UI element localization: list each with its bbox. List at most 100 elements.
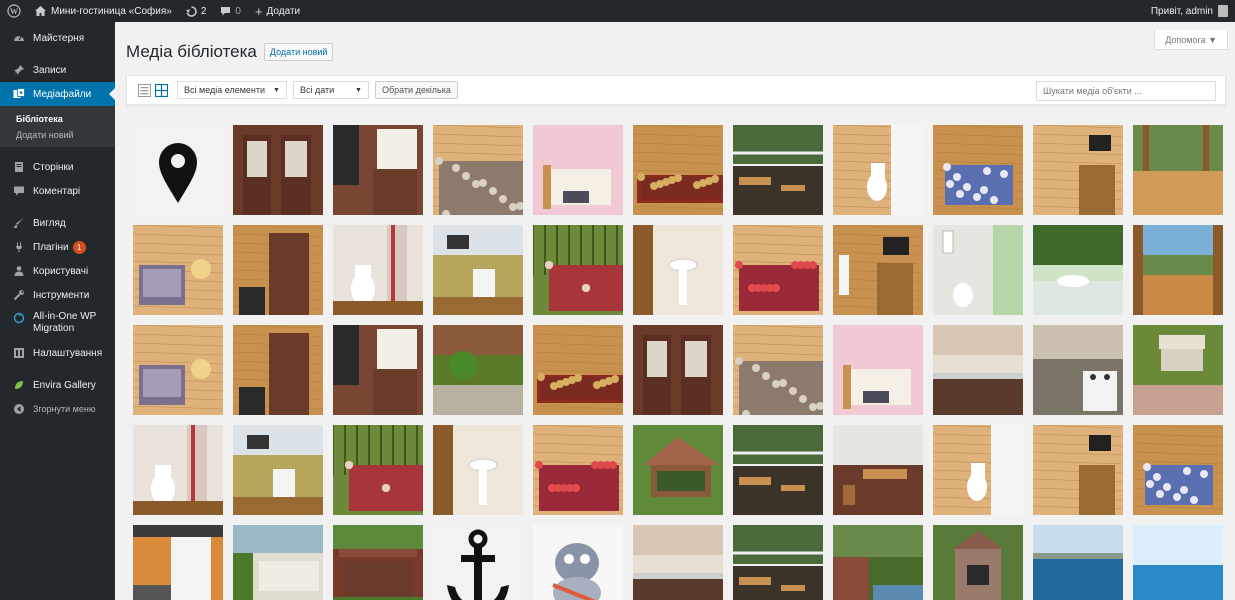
media-thumbnail[interactable] (333, 325, 423, 415)
media-thumbnail[interactable] (733, 125, 823, 215)
media-thumbnail[interactable] (233, 225, 323, 315)
comments-link[interactable]: 0 (213, 0, 248, 22)
media-type-filter[interactable]: Всі медіа елементи ▼ (177, 81, 287, 99)
menu-item-plugins[interactable]: Плагіни 1 (0, 235, 115, 259)
media-thumbnail[interactable] (133, 525, 223, 600)
media-thumbnail[interactable] (433, 425, 523, 515)
media-thumbnail[interactable] (733, 425, 823, 515)
media-thumbnail[interactable] (833, 325, 923, 415)
submenu-library[interactable]: Бібліотека (0, 111, 115, 127)
media-thumbnail[interactable] (933, 125, 1023, 215)
menu-item-tools[interactable]: Інструменти (0, 283, 115, 307)
armchair-photo (133, 325, 223, 415)
media-search-input[interactable] (1036, 81, 1216, 101)
media-thumbnail[interactable] (833, 225, 923, 315)
updates-link[interactable]: 2 (179, 0, 214, 22)
site-name-link[interactable]: Мини-гостиница «София» (28, 0, 179, 22)
menu-item-envira-gallery[interactable]: Envira Gallery (0, 373, 115, 397)
media-thumbnail[interactable] (433, 225, 523, 315)
media-thumbnail[interactable] (333, 125, 423, 215)
garden-swing-photo (1133, 325, 1223, 415)
veranda-table-photo (733, 125, 823, 215)
media-thumbnail[interactable] (833, 425, 923, 515)
menu-item-dashboard[interactable]: Майстерня (0, 26, 115, 50)
bulk-select-button[interactable]: Обрати декілька (374, 81, 458, 99)
media-thumbnail[interactable] (533, 125, 623, 215)
menu-item-settings[interactable]: Налаштування (0, 341, 115, 365)
media-thumbnail[interactable] (433, 325, 523, 415)
updates-count: 2 (200, 5, 207, 17)
media-thumbnail[interactable] (133, 225, 223, 315)
menu-label: Медіафайли (33, 88, 92, 100)
media-thumbnail[interactable] (133, 425, 223, 515)
list-view-icon[interactable] (137, 83, 151, 97)
toilet-wood-photo (933, 425, 1023, 515)
new-content-link[interactable]: + Додати (248, 0, 307, 22)
media-thumbnail[interactable] (133, 325, 223, 415)
help-tab-button[interactable]: Допомога ▼ (1154, 30, 1228, 50)
menu-item-migration[interactable]: All-in-One WP Migration (0, 307, 115, 341)
submenu-add-new[interactable]: Додати новий (0, 127, 115, 143)
wordpress-logo-icon[interactable]: W (0, 0, 28, 22)
media-thumbnail[interactable] (1033, 225, 1123, 315)
tv-wall-photo (833, 225, 923, 315)
date-filter-value: Всі дати (299, 85, 335, 95)
media-thumbnail[interactable] (633, 325, 723, 415)
menu-item-comments[interactable]: Коментарі (0, 179, 115, 203)
menu-item-media[interactable]: Медіафайли (0, 82, 115, 106)
media-thumbnail[interactable] (233, 425, 323, 515)
menu-item-appearance[interactable]: Вигляд (0, 211, 115, 235)
media-thumbnail[interactable] (333, 225, 423, 315)
media-thumbnail[interactable] (833, 125, 923, 215)
media-thumbnail[interactable] (233, 325, 323, 415)
media-thumbnail[interactable] (1033, 425, 1123, 515)
media-thumbnail[interactable] (1133, 425, 1223, 515)
media-thumbnail[interactable] (1133, 525, 1223, 600)
kitchen-stove-photo (1033, 325, 1123, 415)
media-thumbnail[interactable] (933, 325, 1023, 415)
sink-photo (633, 225, 723, 315)
media-thumbnail[interactable] (633, 225, 723, 315)
envira-leaf-icon (12, 378, 26, 392)
collapse-menu-button[interactable]: Згорнути меню (0, 397, 115, 421)
media-thumbnail[interactable] (433, 125, 523, 215)
grid-view-icon[interactable] (154, 83, 168, 97)
media-thumbnail[interactable] (1133, 125, 1223, 215)
media-thumbnail[interactable] (833, 525, 923, 600)
media-thumbnail[interactable] (333, 525, 423, 600)
add-new-button[interactable]: Додати новий (263, 43, 334, 61)
media-toolbar: Всі медіа елементи ▼ Всі дати ▼ Обрати д… (126, 75, 1226, 105)
media-thumbnail[interactable] (1133, 325, 1223, 415)
media-thumbnail[interactable] (633, 525, 723, 600)
comments-count: 0 (235, 5, 241, 17)
media-thumbnail[interactable] (733, 225, 823, 315)
media-thumbnail[interactable] (633, 125, 723, 215)
media-thumbnail[interactable] (933, 525, 1023, 600)
menu-item-posts[interactable]: Записи (0, 58, 115, 82)
media-thumbnail[interactable] (533, 525, 623, 600)
my-account-link[interactable]: Привіт, admin (1144, 0, 1235, 22)
media-thumbnail[interactable] (333, 425, 423, 515)
media-thumbnail[interactable] (533, 325, 623, 415)
media-thumbnail[interactable] (533, 425, 623, 515)
media-thumbnail[interactable] (733, 325, 823, 415)
media-thumbnail[interactable] (1033, 525, 1123, 600)
media-thumbnail[interactable] (1033, 325, 1123, 415)
media-thumbnail[interactable] (533, 225, 623, 315)
media-thumbnail[interactable] (133, 125, 223, 215)
media-thumbnail[interactable] (1033, 125, 1123, 215)
date-filter[interactable]: Всі дати ▼ (292, 81, 369, 99)
media-thumbnail[interactable] (233, 125, 323, 215)
sea-photo (1133, 525, 1223, 600)
media-thumbnail[interactable] (433, 525, 523, 600)
media-thumbnail[interactable] (1133, 225, 1223, 315)
kitchen-orange-photo (133, 525, 223, 600)
media-thumbnail[interactable] (633, 425, 723, 515)
wood-bed-photo (533, 325, 623, 415)
menu-item-pages[interactable]: Сторінки (0, 155, 115, 179)
media-thumbnail[interactable] (933, 425, 1023, 515)
menu-item-users[interactable]: Користувачі (0, 259, 115, 283)
media-thumbnail[interactable] (933, 225, 1023, 315)
media-thumbnail[interactable] (233, 525, 323, 600)
media-thumbnail[interactable] (733, 525, 823, 600)
